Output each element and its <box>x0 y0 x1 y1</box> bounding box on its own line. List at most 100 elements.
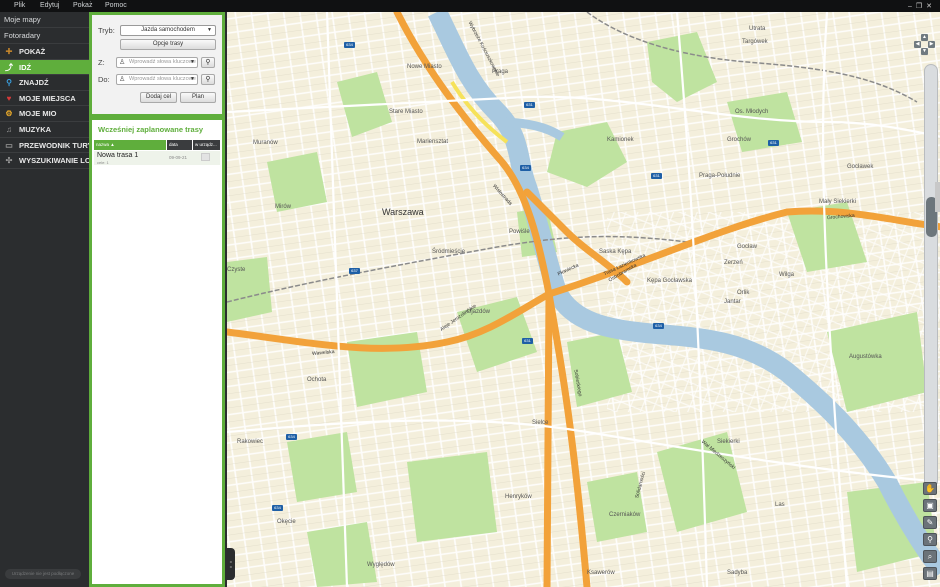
place-label: Czerniaków <box>609 512 641 518</box>
place-label: Stare Miasto <box>389 109 423 115</box>
place-label: Sadyba <box>727 570 748 576</box>
saved-routes: Wcześniej zaplanowane trasy nazwa ▲ data… <box>92 120 222 584</box>
from-input[interactable]: ♙ Wprowadź słowa kluczowe ▼ <box>116 57 198 68</box>
pan-down-icon[interactable]: ▼ <box>921 48 928 55</box>
place-label: Rakowiec <box>237 439 264 445</box>
to-input[interactable]: ♙ Wprowadź słowa kluczowe ▼ <box>116 74 198 85</box>
sidebar-item-pokaż[interactable]: ✛ POKAŻ <box>0 44 89 60</box>
collapse-panel-tab[interactable]: ◂◂ <box>225 548 235 580</box>
place-label: Praga-Południe <box>699 173 741 179</box>
mode-label: Tryb: <box>98 26 115 35</box>
column-header-date[interactable]: data <box>167 140 192 150</box>
mode-select-value: Jazda samochodem <box>141 27 195 33</box>
sidebar-item-label: WYSZUKIWANIE LOKALNE <box>19 156 89 166</box>
restore-icon[interactable]: ❐ <box>916 3 926 10</box>
sidebar-speed-cameras[interactable]: Fotoradary <box>0 28 89 44</box>
road-number-shield: 634 <box>653 323 664 329</box>
sidebar-item-przewodnik-turystyczny[interactable]: ▭ PRZEWODNIK TURYSTYCZNY <box>0 138 89 154</box>
chevron-down-icon[interactable]: ▼ <box>190 58 195 67</box>
place-label: Henryków <box>505 494 532 500</box>
city-label: Warszawa <box>382 207 424 217</box>
map-view[interactable]: Nowe Miasto Praga Targówek Utrata Stare Mias… <box>225 12 940 587</box>
place-label: Os. Młodych <box>735 109 769 115</box>
sidebar-item-moje-miejsca[interactable]: ♥ MOJE MIEJSCA <box>0 91 89 107</box>
place-label: Kamionek <box>607 137 634 143</box>
route-options-button[interactable]: Opcje trasy <box>120 39 216 50</box>
to-search-button[interactable]: ⚲ <box>201 74 215 85</box>
on-device-checkbox[interactable] <box>201 153 210 161</box>
sidebar-item-idź[interactable]: ⤴ IDŹ <box>0 59 89 76</box>
route-date: 09-09-21 <box>169 155 188 160</box>
sidebar-my-maps[interactable]: Moje mapy <box>0 12 89 28</box>
route-name: Nowa trasa 1 <box>97 152 139 159</box>
route-icon: ⤴ <box>5 62 13 72</box>
sidebar-item-wyszukiwanie-lokalne[interactable]: ✣ WYSZUKIWANIE LOKALNE <box>0 153 89 169</box>
place-label: Siekierki <box>717 439 740 445</box>
pan-right-icon[interactable]: ▶ <box>928 41 935 48</box>
from-placeholder: Wprowadź słowa kluczowe <box>129 59 196 65</box>
sidebar-item-label: MOJE MIEJSCA <box>19 93 76 103</box>
sidebar-item-znajdź[interactable]: ⚲ ZNAJDŹ <box>0 75 89 91</box>
layers-icon[interactable]: ▤ <box>923 567 937 580</box>
camera-icon[interactable]: ▣ <box>923 499 937 512</box>
place-label: Powiśle <box>509 229 530 235</box>
add-stop-button[interactable]: Dodaj cel <box>140 92 177 103</box>
microphone-icon[interactable]: ⚲ <box>923 533 937 546</box>
road-number-shield: 631 <box>768 140 779 146</box>
mode-select[interactable]: Jazda samochodem ▼ <box>120 25 216 36</box>
place-label: Gocławek <box>847 164 874 170</box>
place-label: Ksawerów <box>587 570 615 576</box>
place-label: Ochota <box>307 377 327 383</box>
search-tool-icon[interactable]: ⌕ <box>923 550 937 563</box>
search-icon: ⚲ <box>205 76 211 83</box>
pan-up-icon[interactable]: ▲ <box>921 34 928 41</box>
pencil-icon[interactable]: ✎ <box>923 516 937 529</box>
music-icon: ♫ <box>6 124 12 134</box>
place-label: Jantar <box>724 299 741 305</box>
place-label: Kępa Gocławska <box>647 278 693 284</box>
route-stops: cele: 1 <box>97 160 109 165</box>
pan-left-icon[interactable]: ◀ <box>914 41 921 48</box>
minimize-icon[interactable]: ‒ <box>908 3 916 10</box>
column-header-device[interactable]: w urządz... <box>193 140 220 150</box>
menu-bar: Plik Edytuj Pokaż Pomoc ‒❐✕ <box>0 0 940 12</box>
sidebar-item-moje-mio[interactable]: ⚙ MOJE MIO <box>0 106 89 122</box>
device-status: Urządzenie nie jest podłączone <box>5 569 81 579</box>
person-icon: ♙ <box>119 76 126 83</box>
map-side-tab[interactable] <box>935 182 940 212</box>
heart-icon: ♥ <box>6 93 12 103</box>
to-label: Do: <box>98 75 110 84</box>
place-label: Muranów <box>253 140 278 146</box>
map-canvas <box>227 12 940 587</box>
place-label: Mariensztat <box>417 139 449 145</box>
table-row[interactable]: Nowa trasa 1 cele: 1 09-09-21 <box>94 151 220 165</box>
road-number-shield: 637 <box>349 268 360 274</box>
chevron-down-icon[interactable]: ▼ <box>190 75 195 84</box>
sidebar-item-label: IDŹ <box>19 62 32 72</box>
from-label: Z: <box>98 58 105 67</box>
road-number-shield: 631 <box>651 173 662 179</box>
gear-icon: ⚙ <box>5 109 13 119</box>
place-label: Saska Kępa <box>599 249 632 255</box>
menu-edytuj[interactable]: Edytuj <box>40 2 59 9</box>
search-icon: ⚲ <box>205 59 211 66</box>
place-label: Mirów <box>275 204 291 210</box>
menu-pomoc[interactable]: Pomoc <box>105 2 127 9</box>
sidebar-item-muzyka[interactable]: ♫ MUZYKA <box>0 122 89 138</box>
sidebar-item-label: MOJE MIO <box>19 109 57 119</box>
hand-tool-icon[interactable]: ✋ <box>923 482 937 495</box>
menu-plik[interactable]: Plik <box>14 2 25 9</box>
column-header-name[interactable]: nazwa ▲ <box>94 140 166 150</box>
place-label: Targówek <box>742 39 768 45</box>
close-icon[interactable]: ✕ <box>926 3 936 10</box>
place-label: Utrata <box>749 26 766 32</box>
plan-button[interactable]: Plan <box>180 92 216 103</box>
from-search-button[interactable]: ⚲ <box>201 57 215 68</box>
zoom-slider[interactable] <box>924 64 938 488</box>
road-number-shield: 634 <box>344 42 355 48</box>
book-icon: ▭ <box>5 140 13 150</box>
place-label: Śródmieście <box>432 249 466 255</box>
map-pan-control[interactable]: ▲ ◀ ▶ ▼ <box>914 34 936 56</box>
place-label: Sielce <box>532 420 549 426</box>
menu-pokaz[interactable]: Pokaż <box>73 2 92 9</box>
